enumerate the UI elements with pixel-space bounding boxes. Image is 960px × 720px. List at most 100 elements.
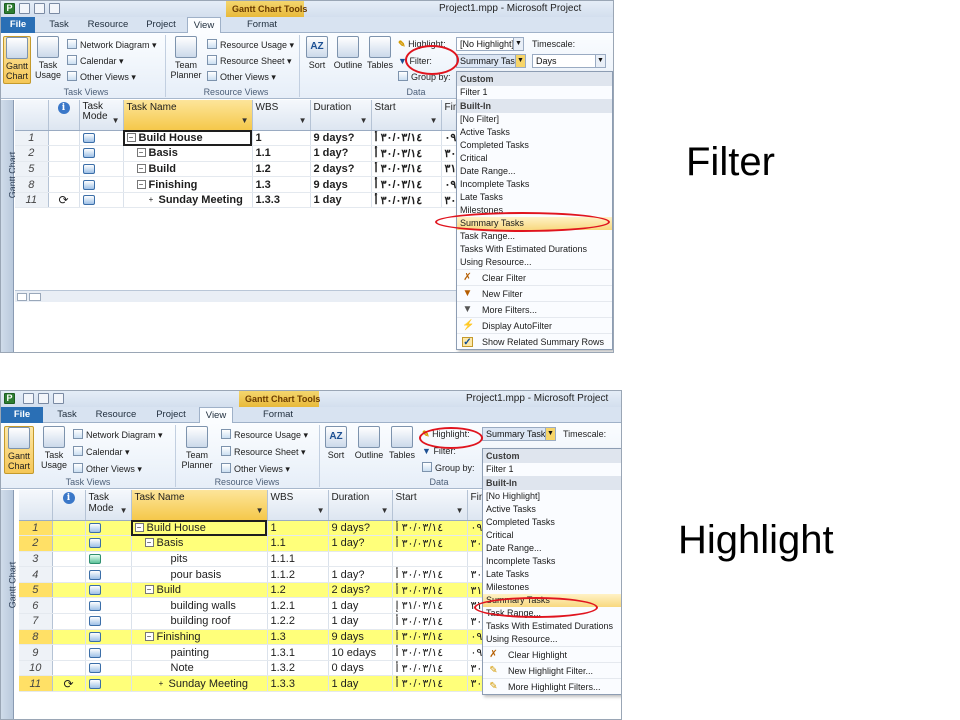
network-diagram-button[interactable]: Network Diagram ▾ bbox=[67, 38, 157, 52]
filter-combo[interactable]: Summary Tasks ▼ bbox=[456, 54, 526, 68]
tab-format[interactable]: Format bbox=[255, 407, 301, 423]
row-id[interactable]: 7 bbox=[19, 613, 53, 630]
start-cell[interactable]: ٣٠/٠٣/١٤ أ bbox=[392, 566, 468, 583]
start-cell[interactable]: ٣١/٠٣/١٤ إ bbox=[392, 597, 468, 615]
menu-item-late-tasks[interactable]: Late Tasks bbox=[483, 568, 621, 581]
task-mode-cell[interactable] bbox=[85, 566, 132, 583]
duration-cell[interactable]: 1 day bbox=[310, 192, 372, 209]
task-mode-cell[interactable] bbox=[85, 551, 132, 568]
start-cell[interactable]: ٣٠/٠٣/١٤ أ bbox=[371, 176, 442, 193]
sort-button[interactable]: AZ Sort bbox=[323, 426, 349, 470]
menu-item-incomplete-tasks[interactable]: Incomplete Tasks bbox=[483, 555, 621, 568]
outline-button[interactable]: Outline bbox=[352, 426, 386, 470]
row-id[interactable]: 1 bbox=[15, 130, 49, 147]
other-views-task-button[interactable]: Other Views ▾ bbox=[73, 462, 142, 476]
chevron-down-icon[interactable]: ▼ bbox=[545, 428, 555, 440]
task-mode-cell[interactable] bbox=[85, 613, 132, 630]
row-id[interactable]: 8 bbox=[15, 176, 49, 193]
chevron-down-icon[interactable]: ▼ bbox=[317, 506, 325, 515]
start-cell[interactable]: ٣٠/٠٣/١٤ أ bbox=[392, 675, 468, 693]
task-mode-cell[interactable] bbox=[79, 145, 124, 162]
task-mode-cell[interactable] bbox=[85, 660, 132, 677]
wbs-cell[interactable]: 1.3.3 bbox=[267, 675, 329, 693]
row-id[interactable]: 5 bbox=[19, 582, 53, 599]
task-name-cell[interactable]: − Basis bbox=[131, 535, 268, 552]
column-header-start[interactable]: Start ▼ bbox=[371, 100, 442, 131]
duration-cell[interactable]: 9 days? bbox=[310, 130, 372, 147]
task-name-cell[interactable]: + Sunday Meeting bbox=[123, 192, 253, 209]
resource-sheet-button[interactable]: Resource Sheet ▾ bbox=[221, 445, 306, 459]
duration-cell[interactable]: 9 days bbox=[310, 176, 372, 193]
start-cell[interactable]: ٣٠/٠٣/١٤ أ bbox=[371, 145, 442, 162]
undo-icon[interactable] bbox=[38, 393, 49, 404]
wbs-cell[interactable]: 1.1 bbox=[252, 145, 311, 162]
task-mode-cell[interactable] bbox=[79, 161, 124, 178]
wbs-cell[interactable]: 1.3 bbox=[252, 176, 311, 193]
tab-view[interactable]: View bbox=[199, 407, 233, 423]
collapse-icon[interactable]: − bbox=[144, 585, 154, 595]
menu-item-active-tasks[interactable]: Active Tasks bbox=[457, 126, 612, 139]
task-name-cell[interactable]: − Basis bbox=[123, 145, 253, 162]
highlight-combo[interactable]: Summary Tasks ▼ bbox=[482, 427, 556, 441]
new-filter-button[interactable]: ▼ New Filter bbox=[457, 285, 612, 301]
tab-task[interactable]: Task bbox=[41, 17, 77, 33]
task-mode-cell[interactable] bbox=[79, 130, 124, 147]
chevron-down-icon[interactable]: ▼ bbox=[515, 55, 525, 67]
row-id-header[interactable] bbox=[15, 100, 49, 131]
task-mode-cell[interactable] bbox=[85, 629, 132, 646]
wbs-cell[interactable]: 1.2 bbox=[252, 161, 311, 178]
scroll-thumb[interactable] bbox=[29, 293, 41, 301]
collapse-icon[interactable]: − bbox=[134, 522, 144, 532]
menu-item-estimated-durations[interactable]: Tasks With Estimated Durations bbox=[483, 620, 621, 633]
column-header-task-name[interactable]: Task Name ▼ bbox=[131, 490, 268, 521]
chevron-down-icon[interactable]: ▼ bbox=[430, 116, 438, 125]
row-id[interactable]: 2 bbox=[19, 535, 53, 552]
menu-item-task-range[interactable]: Task Range... bbox=[457, 230, 612, 243]
calendar-button[interactable]: Calendar ▾ bbox=[67, 54, 124, 68]
tab-file[interactable]: File bbox=[1, 17, 35, 33]
task-mode-cell[interactable] bbox=[79, 176, 124, 193]
task-mode-cell[interactable] bbox=[85, 535, 132, 552]
indicators-header[interactable]: i bbox=[48, 100, 80, 131]
chevron-down-icon[interactable]: ▼ bbox=[595, 55, 605, 67]
more-filters-button[interactable]: ▼ More Filters... bbox=[457, 301, 612, 317]
task-name-cell[interactable]: − Build House bbox=[123, 130, 253, 147]
task-name-cell[interactable]: − Build House bbox=[131, 520, 268, 537]
wbs-cell[interactable]: 1.2 bbox=[267, 582, 329, 599]
start-cell[interactable]: ٣٠/٠٣/١٤ أ bbox=[392, 535, 468, 552]
task-name-cell[interactable]: painting bbox=[131, 644, 268, 661]
tab-project[interactable]: Project bbox=[149, 407, 193, 423]
save-icon[interactable] bbox=[19, 3, 30, 14]
team-planner-button[interactable]: Team Planner bbox=[179, 426, 215, 474]
duration-cell[interactable]: 2 days? bbox=[328, 582, 393, 599]
team-planner-button[interactable]: Team Planner bbox=[169, 36, 203, 84]
wbs-cell[interactable]: 1.1 bbox=[267, 535, 329, 552]
duration-cell[interactable]: 1 day? bbox=[328, 566, 393, 583]
task-name-cell[interactable]: − Build bbox=[123, 161, 253, 178]
menu-item-filter-1[interactable]: Filter 1 bbox=[457, 86, 612, 99]
collapse-icon[interactable]: − bbox=[136, 179, 146, 189]
start-cell[interactable]: ٣٠/٠٣/١٤ أ bbox=[392, 644, 468, 661]
row-id[interactable]: 8 bbox=[19, 629, 53, 646]
task-mode-cell[interactable] bbox=[79, 192, 124, 209]
collapse-icon[interactable]: − bbox=[144, 538, 154, 548]
chevron-down-icon[interactable]: ▼ bbox=[456, 506, 464, 515]
start-cell[interactable]: ٣٠/٠٣/١٤ أ bbox=[392, 613, 468, 630]
undo-icon[interactable] bbox=[34, 3, 45, 14]
task-mode-cell[interactable] bbox=[85, 644, 132, 661]
column-header-duration[interactable]: Duration ▼ bbox=[310, 100, 372, 131]
tab-resource[interactable]: Resource bbox=[83, 17, 133, 33]
other-views-task-button[interactable]: Other Views ▾ bbox=[67, 70, 136, 84]
task-name-cell[interactable]: Note bbox=[131, 660, 268, 677]
redo-icon[interactable] bbox=[49, 3, 60, 14]
menu-item-date-range[interactable]: Date Range... bbox=[483, 542, 621, 555]
duration-cell[interactable]: 1 day? bbox=[310, 145, 372, 162]
row-id[interactable]: 11 bbox=[19, 675, 53, 693]
tab-project[interactable]: Project bbox=[139, 17, 183, 33]
task-usage-button[interactable]: Task Usage bbox=[33, 36, 63, 84]
chevron-down-icon[interactable]: ▼ bbox=[256, 506, 264, 515]
chevron-down-icon[interactable]: ▼ bbox=[513, 38, 523, 50]
start-cell[interactable]: ٣٠/٠٣/١٤ أ bbox=[392, 582, 468, 599]
task-mode-cell[interactable] bbox=[85, 582, 132, 599]
task-name-cell[interactable]: building roof bbox=[131, 613, 268, 630]
